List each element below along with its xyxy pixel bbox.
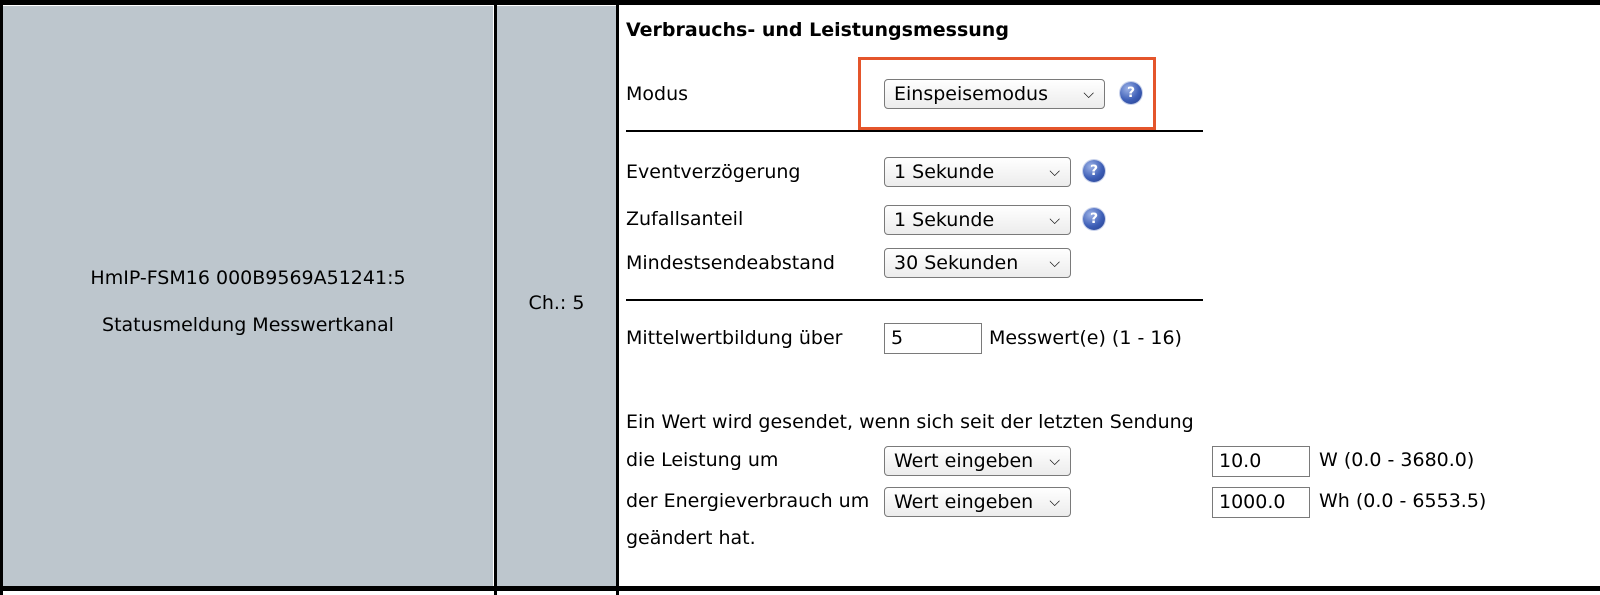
power-change-select[interactable]: Wert eingeben ⌵: [884, 446, 1071, 476]
random-part-label: Zufallsanteil: [626, 208, 744, 230]
event-delay-select[interactable]: 1 Sekunde ⌵: [884, 157, 1071, 187]
power-change-unit: W (0.0 - 3680.0): [1319, 449, 1475, 471]
min-send-interval-select[interactable]: 30 Sekunden ⌵: [884, 248, 1071, 278]
chevron-down-icon: ⌵: [1049, 453, 1060, 469]
section-heading: Verbrauchs- und Leistungsmessung: [626, 19, 1009, 41]
device-cell: HmIP-FSM16 000B9569A51241:5 Statusmeldun…: [3, 6, 493, 586]
device-channel-row: HmIP-FSM16 000B9569A51241:5 Statusmeldun…: [0, 0, 1600, 595]
min-send-interval-select-value: 30 Sekunden: [894, 252, 1019, 274]
energy-change-select-value: Wert eingeben: [894, 491, 1034, 513]
channel-cell: Ch.: 5: [497, 6, 616, 586]
energy-change-select[interactable]: Wert eingeben ⌵: [884, 487, 1071, 517]
random-part-select-value: 1 Sekunde: [894, 209, 995, 231]
min-send-interval-label: Mindestsendeabstand: [626, 252, 835, 274]
energy-change-unit: Wh (0.0 - 6553.5): [1319, 490, 1487, 512]
send-condition-text: Ein Wert wird gesendet, wenn sich seit d…: [626, 411, 1194, 433]
power-change-select-value: Wert eingeben: [894, 450, 1034, 472]
random-part-select[interactable]: 1 Sekunde ⌵: [884, 205, 1071, 235]
device-name: HmIP-FSM16 000B9569A51241:5: [90, 267, 406, 289]
separator: [626, 299, 1203, 301]
chevron-down-icon: ⌵: [1049, 164, 1060, 180]
highlight-box: [858, 57, 1156, 130]
energy-change-label: der Energieverbrauch um: [626, 490, 870, 512]
closing-text: geändert hat.: [626, 527, 756, 549]
table-border-bottom: [0, 586, 1600, 591]
chevron-down-icon: ⌵: [1049, 255, 1060, 271]
event-delay-select-value: 1 Sekunde: [894, 161, 995, 183]
chevron-down-icon: ⌵: [1049, 212, 1060, 228]
event-delay-label: Eventverzögerung: [626, 161, 801, 183]
averaging-input[interactable]: 5: [884, 323, 982, 354]
separator: [626, 130, 1203, 132]
help-icon[interactable]: ?: [1083, 160, 1105, 182]
table-border-top: [0, 0, 1600, 5]
averaging-label: Mittelwertbildung über: [626, 327, 843, 349]
help-icon[interactable]: ?: [1083, 208, 1105, 230]
device-channel-type: Statusmeldung Messwertkanal: [102, 314, 394, 336]
channel-label: Ch.: 5: [528, 292, 585, 314]
mode-label: Modus: [626, 83, 689, 105]
power-change-input[interactable]: 10.0: [1212, 446, 1310, 477]
energy-change-input[interactable]: 1000.0: [1212, 487, 1310, 518]
averaging-unit: Messwert(e) (1 - 16): [989, 327, 1182, 349]
chevron-down-icon: ⌵: [1049, 494, 1060, 510]
table-border-mid2: [616, 0, 619, 595]
power-change-label: die Leistung um: [626, 449, 779, 471]
